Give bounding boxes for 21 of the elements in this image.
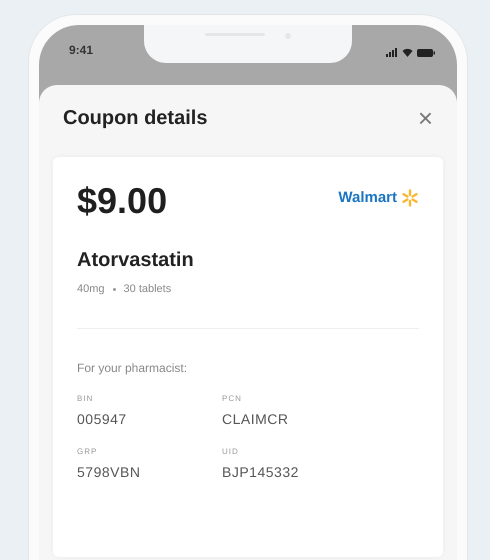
field-label: GRP <box>77 446 98 458</box>
pharmacy-name: Walmart <box>338 188 397 208</box>
field-value: BJP145332 <box>222 462 300 482</box>
signal-icon <box>386 48 398 57</box>
field-label: BIN <box>77 392 94 404</box>
close-button[interactable]: × <box>418 105 433 131</box>
field-value: 5798VBN <box>77 462 142 482</box>
coupon-price: $9.00 <box>77 183 168 219</box>
drug-name: Atorvastatin <box>77 248 195 273</box>
drug-dose: 40mg <box>77 282 105 297</box>
field-value: 005947 <box>77 410 128 428</box>
field-value: CLAIMCR <box>222 410 290 428</box>
field-label: PCN <box>222 392 243 404</box>
drug-quantity: 30 tablets <box>124 282 172 297</box>
field-label: UID <box>222 446 240 458</box>
spark-icon <box>401 189 419 208</box>
sheet-title: Coupon details <box>63 106 208 131</box>
battery-icon <box>417 49 435 57</box>
status-time: 9:41 <box>69 42 94 59</box>
wifi-icon <box>402 48 413 57</box>
pharmacist-heading: For your pharmacist: <box>77 360 188 376</box>
